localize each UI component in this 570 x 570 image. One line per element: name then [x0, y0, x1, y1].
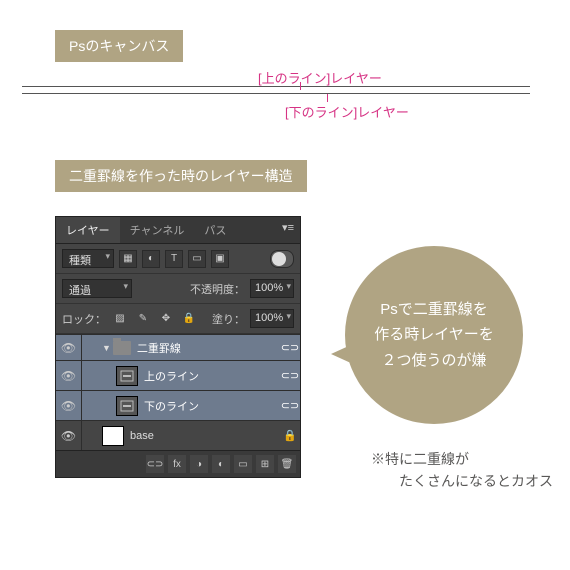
fill-field[interactable]: 100%: [250, 309, 294, 328]
section2-badge: 二重罫線を作った時のレイヤー構造: [55, 160, 307, 192]
annotation-bottom-text: [下のライン]レイヤー: [285, 105, 409, 120]
layer-name[interactable]: 下のライン: [144, 398, 280, 414]
tab-layers[interactable]: レイヤー: [56, 217, 120, 243]
layer-group-double-line[interactable]: 👁 ▼ 二重罫線 ⊂⊃: [56, 334, 300, 360]
lock-label: ロック：: [62, 311, 106, 327]
speech-bubble: Psで二重罫線を 作る時レイヤーを ２つ使うのが嫌: [345, 246, 523, 424]
panel-menu-icon[interactable]: ▾≡: [276, 217, 300, 243]
canvas-double-line: [上のライン]レイヤー [下のライン]レイヤー: [0, 86, 570, 94]
lock-position-icon[interactable]: ✥: [157, 310, 175, 328]
opacity-label: 不透明度：: [190, 281, 245, 297]
layer-bottom-line[interactable]: 👁 下のライン ⊂⊃: [56, 390, 300, 420]
filter-kind-select[interactable]: 種類: [62, 249, 114, 268]
link-icon[interactable]: ⊂⊃: [280, 341, 300, 354]
visibility-toggle[interactable]: 👁: [56, 335, 82, 360]
shape-thumb-icon: [116, 366, 138, 386]
filter-adjust-icon[interactable]: ◐: [142, 250, 160, 268]
visibility-toggle[interactable]: 👁: [56, 391, 82, 420]
annotation-top-line: [上のライン]レイヤー: [258, 68, 382, 87]
footnote-text: ※特に二重線が たくさんになるとカオス: [371, 451, 553, 489]
lock-pixels-icon[interactable]: ✎: [134, 310, 152, 328]
section1-badge: Psのキャンバス: [55, 30, 183, 62]
layer-top-line[interactable]: 👁 上のライン ⊂⊃: [56, 360, 300, 390]
tab-channels[interactable]: チャンネル: [120, 217, 195, 243]
fill-label: 塗り：: [212, 311, 245, 327]
lock-all-icon[interactable]: 🔒: [180, 310, 198, 328]
lock-icon: 🔒: [280, 429, 300, 442]
link-icon[interactable]: ⊂⊃: [280, 399, 300, 412]
annotation-bottom-line: [下のライン]レイヤー: [285, 102, 409, 121]
footnote: ※特に二重線が たくさんになるとカオス: [371, 448, 553, 493]
opacity-field[interactable]: 100%: [250, 279, 294, 298]
blend-opacity-row: 通過 不透明度： 100%: [56, 274, 300, 304]
layer-name[interactable]: 上のライン: [144, 368, 280, 384]
layer-list: 👁 ▼ 二重罫線 ⊂⊃ 👁 上のライン ⊂⊃ 👁: [56, 334, 300, 450]
panel-tabbar: レイヤー チャンネル パス ▾≡: [56, 217, 300, 244]
annotation-top-text: [上のライン]レイヤー: [258, 71, 382, 86]
double-rule-line: [22, 86, 530, 94]
layers-panel: レイヤー チャンネル パス ▾≡ 種類 ▦ ◐ T ▭ ▣ 通過 不透明度： 1…: [55, 216, 301, 478]
filter-smart-icon[interactable]: ▣: [211, 250, 229, 268]
layer-base[interactable]: 👁 base 🔒: [56, 420, 300, 450]
lock-transparent-icon[interactable]: ▨: [111, 310, 129, 328]
tab-paths[interactable]: パス: [194, 217, 236, 243]
new-layer-button[interactable]: ⊞: [256, 455, 274, 473]
lock-fill-row: ロック： ▨ ✎ ✥ 🔒 塗り： 100%: [56, 304, 300, 334]
bubble-text: Psで二重罫線を 作る時レイヤーを ２つ使うのが嫌: [374, 297, 494, 374]
new-group-button[interactable]: ▭: [234, 455, 252, 473]
folder-icon: [113, 341, 131, 355]
new-fill-button[interactable]: ◐: [212, 455, 230, 473]
layer-thumb: [102, 426, 124, 446]
group-expand-icon[interactable]: ▼: [102, 343, 111, 353]
filter-shape-icon[interactable]: ▭: [188, 250, 206, 268]
shape-thumb-icon: [116, 396, 138, 416]
filter-type-icon[interactable]: T: [165, 250, 183, 268]
layer-style-button[interactable]: fx: [168, 455, 186, 473]
visibility-toggle[interactable]: 👁: [56, 421, 82, 450]
layer-name[interactable]: 二重罫線: [137, 340, 280, 356]
blend-mode-select[interactable]: 通過: [62, 279, 132, 298]
layer-mask-button[interactable]: ◑: [190, 455, 208, 473]
filter-toggle-switch[interactable]: [270, 250, 294, 268]
layer-filter-row: 種類 ▦ ◐ T ▭ ▣: [56, 244, 300, 274]
layer-name[interactable]: base: [130, 430, 280, 442]
filter-pixel-icon[interactable]: ▦: [119, 250, 137, 268]
visibility-toggle[interactable]: 👁: [56, 361, 82, 390]
panel-footer: ⊂⊃ fx ◑ ◐ ▭ ⊞ 🗑: [56, 450, 300, 477]
link-layers-button[interactable]: ⊂⊃: [146, 455, 164, 473]
delete-layer-button[interactable]: 🗑: [278, 455, 296, 473]
link-icon[interactable]: ⊂⊃: [280, 369, 300, 382]
